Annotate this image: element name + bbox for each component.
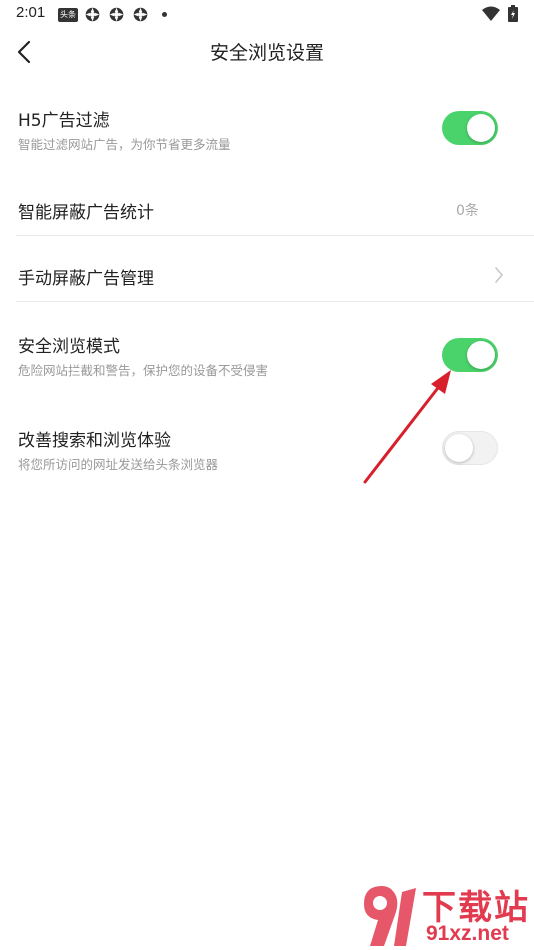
battery-icon	[508, 5, 518, 22]
gear-icon	[109, 7, 124, 22]
watermark: 下载站 91xz.net	[360, 880, 534, 950]
h5-ad-filter-toggle[interactable]	[442, 111, 498, 145]
news-app-icon-label: 头条	[60, 10, 76, 19]
status-time: 2:01	[16, 4, 46, 21]
watermark-bottom-text: 91xz.net	[426, 922, 509, 945]
setting-subtitle: 危险网站拦截和警告，保护您的设备不受侵害	[18, 363, 269, 378]
divider	[16, 301, 534, 302]
setting-subtitle: 将您所访问的网址发送给头条浏览器	[18, 457, 219, 472]
setting-manual-block-management[interactable]: 手动屏蔽广告管理	[16, 262, 534, 292]
news-app-icon: 头条	[58, 8, 78, 22]
chevron-right-icon	[495, 267, 504, 283]
toggle-knob	[467, 341, 495, 369]
red-arrow-annotation	[363, 370, 451, 484]
setting-title: 智能屏蔽广告统计	[18, 203, 154, 223]
setting-title: H5广告过滤	[18, 111, 110, 131]
setting-title: 改善搜索和浏览体验	[18, 431, 171, 451]
setting-subtitle: 智能过滤网站广告，为你节省更多流量	[18, 137, 231, 152]
blocked-ad-count: 0条	[456, 203, 479, 219]
gear-icon	[133, 7, 148, 22]
notification-dot	[162, 12, 167, 17]
wifi-icon	[482, 6, 500, 21]
page-title: 安全浏览设置	[209, 42, 324, 64]
gear-icon	[85, 7, 100, 22]
status-bar: 2:01 头条	[0, 0, 534, 28]
91-logo-icon	[364, 886, 416, 946]
setting-title: 手动屏蔽广告管理	[18, 269, 154, 289]
setting-title: 安全浏览模式	[18, 337, 120, 357]
divider	[16, 235, 534, 236]
toggle-knob	[467, 114, 495, 142]
title-bar: 安全浏览设置	[0, 28, 534, 76]
